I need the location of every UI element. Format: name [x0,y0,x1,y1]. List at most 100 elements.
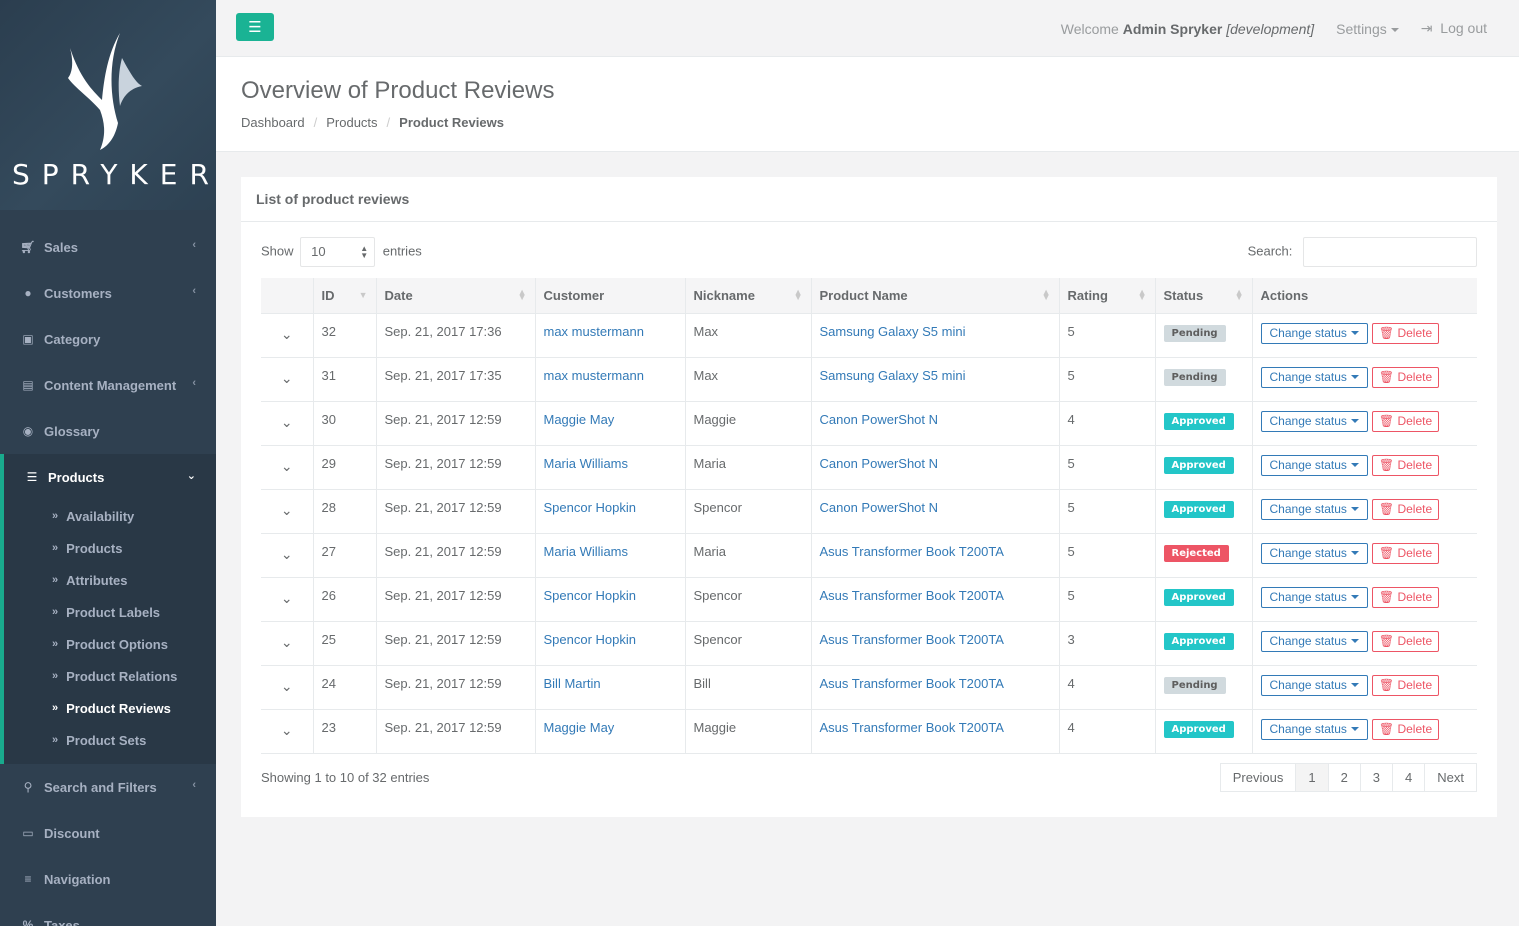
header-status[interactable]: Status ▲ ▼ [1155,278,1253,313]
logout-link[interactable]: ⇥ Log out [1421,20,1487,37]
product-link[interactable]: Asus Transformer Book T200TA [820,720,1004,735]
cell-actions: Change status 🗑︎ Delete [1252,444,1477,489]
sidebar-subitem-product-labels[interactable]: » Product Labels [4,596,216,628]
sort-icon: ▲ ▼ [1041,287,1051,302]
cell-customer: Spencor Hopkin [535,488,686,533]
breadcrumb-products[interactable]: Products [326,115,377,130]
customer-link[interactable]: Spencor Hopkin [544,500,637,515]
row-expand-toggle[interactable]: ⌄ [261,708,314,754]
customer-link[interactable]: Maggie May [544,720,615,735]
entries-length-select[interactable]: 10 ▲ ▼ [300,237,376,267]
header-date[interactable]: Date ▲ ▼ [376,278,536,313]
sidebar-subitem-attributes[interactable]: » Attributes [4,564,216,596]
change-status-button[interactable]: Change status [1260,586,1368,608]
change-status-button[interactable]: Change status [1260,674,1368,696]
pagination-page[interactable]: 3 [1359,763,1394,792]
delete-button[interactable]: 🗑︎ Delete [1371,718,1440,740]
change-status-button[interactable]: Change status [1260,718,1368,740]
sidebar-item-content-management[interactable]: ▤ Content Management ‹ [0,362,216,408]
row-expand-toggle[interactable]: ⌄ [261,576,314,621]
delete-button[interactable]: 🗑︎ Delete [1371,498,1440,520]
change-status-button[interactable]: Change status [1260,410,1368,432]
customer-link[interactable]: max mustermann [544,368,644,383]
delete-button[interactable]: 🗑︎ Delete [1371,586,1440,608]
product-link[interactable]: Asus Transformer Book T200TA [820,588,1004,603]
customer-link[interactable]: max mustermann [544,324,644,339]
search-input[interactable] [1303,237,1477,267]
sidebar-item-products[interactable]: ☰ Products ⌄ [0,454,216,500]
breadcrumb: Dashboard / Products / Product Reviews [241,115,504,130]
header-rating[interactable]: Rating ▲ ▼ [1059,278,1156,313]
breadcrumb-dashboard[interactable]: Dashboard [241,115,305,130]
sidebar-subitem-product-reviews[interactable]: » Product Reviews [4,692,216,724]
delete-button[interactable]: 🗑︎ Delete [1371,366,1440,388]
product-link[interactable]: Samsung Galaxy S5 mini [820,368,966,383]
row-expand-toggle[interactable]: ⌄ [261,444,314,489]
sidebar-item-category[interactable]: ▣ Category [0,316,216,362]
settings-dropdown[interactable]: Settings [1336,21,1399,37]
menu-toggle-button[interactable]: ☰ [236,13,274,41]
change-status-button[interactable]: Change status [1260,366,1368,388]
row-expand-toggle[interactable]: ⌄ [261,532,314,577]
product-link[interactable]: Asus Transformer Book T200TA [820,544,1004,559]
sidebar-item-discount[interactable]: ▭ Discount [0,810,216,856]
pagination-page[interactable]: 1 [1295,763,1329,792]
row-expand-toggle[interactable]: ⌄ [261,356,314,401]
page-heading: Overview of Product Reviews Dashboard / … [216,57,1519,152]
pagination-previous[interactable]: Previous [1219,763,1297,792]
product-link[interactable]: Asus Transformer Book T200TA [820,676,1004,691]
cell-actions: Change status 🗑︎ Delete [1252,576,1477,621]
table-controls: Show 10 ▲ ▼ entries Search: [261,237,1477,267]
sidebar-item-customers[interactable]: ● Customers ‹ [0,270,216,316]
product-link[interactable]: Asus Transformer Book T200TA [820,632,1004,647]
header-customer[interactable]: Customer [535,278,686,313]
sidebar-subitem-product-sets[interactable]: » Product Sets [4,724,216,756]
pagination-page[interactable]: 2 [1327,763,1361,792]
customer-link[interactable]: Maggie May [544,412,615,427]
product-link[interactable]: Canon PowerShot N [820,456,939,471]
cell-customer: max mustermann [535,312,686,357]
delete-button[interactable]: 🗑︎ Delete [1371,674,1440,696]
sidebar-item-taxes[interactable]: % Taxes [0,902,216,926]
customer-link[interactable]: Maria Williams [544,544,629,559]
change-status-button[interactable]: Change status [1260,630,1368,652]
customer-link[interactable]: Spencor Hopkin [544,632,637,647]
customer-link[interactable]: Bill Martin [544,676,601,691]
row-expand-toggle[interactable]: ⌄ [261,400,314,445]
change-status-button[interactable]: Change status [1260,542,1368,564]
customer-link[interactable]: Maria Williams [544,456,629,471]
header-id[interactable]: ID ▼ [313,278,377,313]
cell-nickname: Bill [685,664,812,709]
header-nickname[interactable]: Nickname ▲ ▼ [685,278,812,313]
product-link[interactable]: Samsung Galaxy S5 mini [820,324,966,339]
delete-button[interactable]: 🗑︎ Delete [1371,322,1440,344]
customer-link[interactable]: Spencor Hopkin [544,588,637,603]
pagination-page[interactable]: 4 [1392,763,1426,792]
header-product-name[interactable]: Product Name ▲ ▼ [811,278,1060,313]
sidebar-item-navigation[interactable]: ≡ Navigation [0,856,216,902]
delete-button[interactable]: 🗑︎ Delete [1371,542,1440,564]
change-status-button[interactable]: Change status [1260,322,1368,344]
row-expand-toggle[interactable]: ⌄ [261,664,314,709]
pagination-next[interactable]: Next [1424,763,1477,792]
sidebar-item-sales[interactable]: 🛒︎ Sales ‹ [0,224,216,270]
sidebar-subitem-products[interactable]: » Products [4,532,216,564]
sidebar-subitem-availability[interactable]: » Availability [4,500,216,532]
sidebar-item-search-and-filters[interactable]: ⚲ Search and Filters ‹ [0,764,216,810]
row-expand-toggle[interactable]: ⌄ [261,488,314,533]
sidebar-subitem-product-relations[interactable]: » Product Relations [4,660,216,692]
sidebar-item-glossary[interactable]: ◉ Glossary [0,408,216,454]
sidebar-subitem-product-options[interactable]: » Product Options [4,628,216,660]
header-label: Date [384,287,413,303]
cell-date: Sep. 21, 2017 12:59 [376,532,536,577]
product-link[interactable]: Canon PowerShot N [820,500,939,515]
reviews-table: ID ▼ Date ▲ ▼ Customer Nickname ▲ ▼ Product N… [261,278,1477,754]
change-status-button[interactable]: Change status [1260,498,1368,520]
delete-button[interactable]: 🗑︎ Delete [1371,454,1440,476]
row-expand-toggle[interactable]: ⌄ [261,620,314,665]
row-expand-toggle[interactable]: ⌄ [261,312,314,357]
delete-button[interactable]: 🗑︎ Delete [1371,630,1440,652]
product-link[interactable]: Canon PowerShot N [820,412,939,427]
delete-button[interactable]: 🗑︎ Delete [1371,410,1440,432]
change-status-button[interactable]: Change status [1260,454,1368,476]
